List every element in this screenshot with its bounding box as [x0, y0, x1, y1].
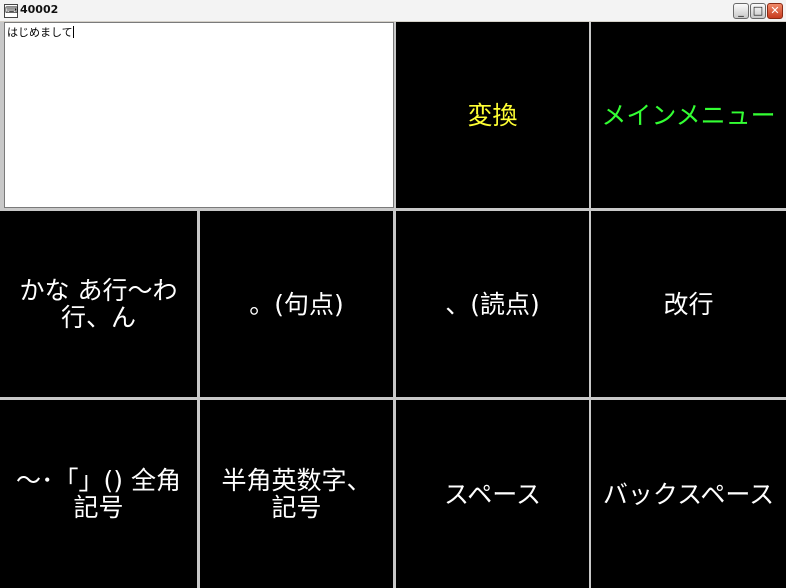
- input-text: はじめまして: [7, 26, 73, 39]
- window-title: 40002: [20, 3, 59, 16]
- kana-row-line2: 行、ん: [60, 303, 136, 332]
- convert-button[interactable]: 変換: [396, 22, 589, 208]
- halfwidth-alnum-line1: 半角英数字、: [221, 466, 372, 495]
- period-label: 。(句点): [249, 289, 344, 319]
- minimize-button[interactable]: _: [733, 3, 749, 19]
- title-bar[interactable]: ⌨ 40002 _ □ ✕: [0, 0, 786, 22]
- main-menu-button[interactable]: メインメニュー: [591, 22, 786, 208]
- halfwidth-alnum-label: 半角英数字、 記号: [221, 467, 371, 521]
- main-menu-label: メインメニュー: [601, 100, 776, 130]
- fullwidth-symbols-label: ～･「」() 全角 記号: [16, 467, 181, 521]
- space-button[interactable]: スペース: [396, 400, 589, 588]
- app-icon: ⌨: [4, 4, 18, 18]
- comma-button[interactable]: 、(読点): [396, 211, 589, 397]
- fullwidth-symbols-line2: 記号: [73, 493, 124, 522]
- convert-label: 変換: [467, 100, 518, 130]
- kana-row-button[interactable]: かな あ行～わ 行、ん: [0, 211, 197, 397]
- fullwidth-symbols-line1: ～･「」() 全角: [16, 466, 181, 495]
- halfwidth-alnum-line2: 記号: [271, 493, 322, 522]
- newline-label: 改行: [663, 289, 714, 319]
- text-input-area[interactable]: はじめまして: [4, 22, 394, 208]
- period-button[interactable]: 。(句点): [200, 211, 393, 397]
- backspace-label: バックスペース: [602, 479, 775, 509]
- backspace-button[interactable]: バックスペース: [591, 400, 786, 588]
- space-label: スペース: [443, 479, 541, 509]
- close-button[interactable]: ✕: [767, 3, 783, 19]
- halfwidth-alnum-button[interactable]: 半角英数字、 記号: [200, 400, 393, 588]
- fullwidth-symbols-button[interactable]: ～･「」() 全角 記号: [0, 400, 197, 588]
- text-caret: [72, 26, 74, 38]
- kana-row-line1: かな あ行～わ: [19, 276, 178, 305]
- newline-button[interactable]: 改行: [591, 211, 786, 397]
- kana-row-label: かな あ行～わ 行、ん: [20, 277, 178, 331]
- maximize-button[interactable]: □: [750, 3, 766, 19]
- comma-label: 、(読点): [445, 289, 540, 319]
